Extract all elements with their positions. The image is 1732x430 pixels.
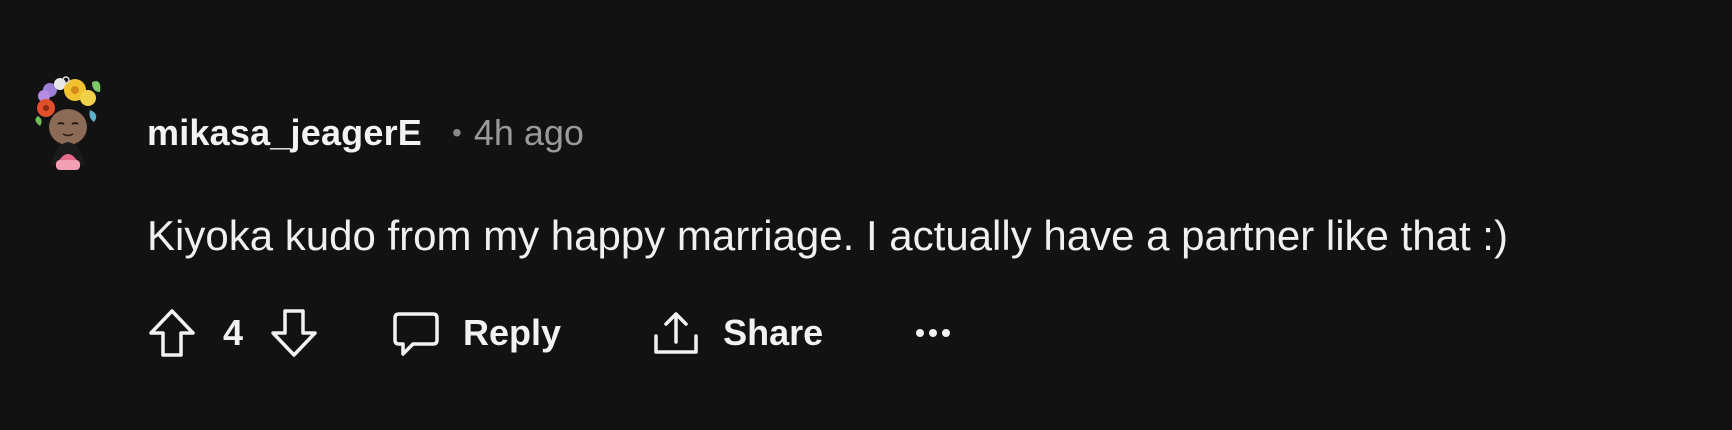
comment-meta: mikasa_jeagerE • 4h ago bbox=[147, 108, 584, 158]
arrow-up-icon bbox=[149, 309, 195, 357]
reply-button[interactable]: Reply bbox=[391, 308, 561, 358]
more-options-button[interactable] bbox=[915, 326, 951, 340]
downvote-button[interactable] bbox=[269, 307, 319, 359]
share-button[interactable]: Share bbox=[651, 308, 823, 358]
comment-actions: 4 Reply Share bbox=[147, 300, 951, 366]
ellipsis-icon bbox=[916, 329, 951, 337]
comment-body: Kiyoka kudo from my happy marriage. I ac… bbox=[147, 212, 1508, 259]
arrow-down-icon bbox=[271, 309, 317, 357]
meta-separator: • bbox=[452, 117, 462, 148]
timestamp[interactable]: 4h ago bbox=[474, 112, 584, 154]
upvote-button[interactable] bbox=[147, 307, 197, 359]
share-icon bbox=[654, 312, 698, 354]
comment-bubble-icon bbox=[393, 312, 439, 356]
avatar[interactable] bbox=[30, 72, 106, 178]
comment: mikasa_jeagerE • 4h ago Kiyoka kudo from… bbox=[0, 0, 1732, 430]
share-label: Share bbox=[723, 312, 824, 353]
username-link[interactable]: mikasa_jeagerE bbox=[147, 112, 422, 154]
avatar-image bbox=[35, 76, 101, 170]
vote-count: 4 bbox=[223, 312, 244, 353]
reply-label: Reply bbox=[463, 312, 562, 353]
